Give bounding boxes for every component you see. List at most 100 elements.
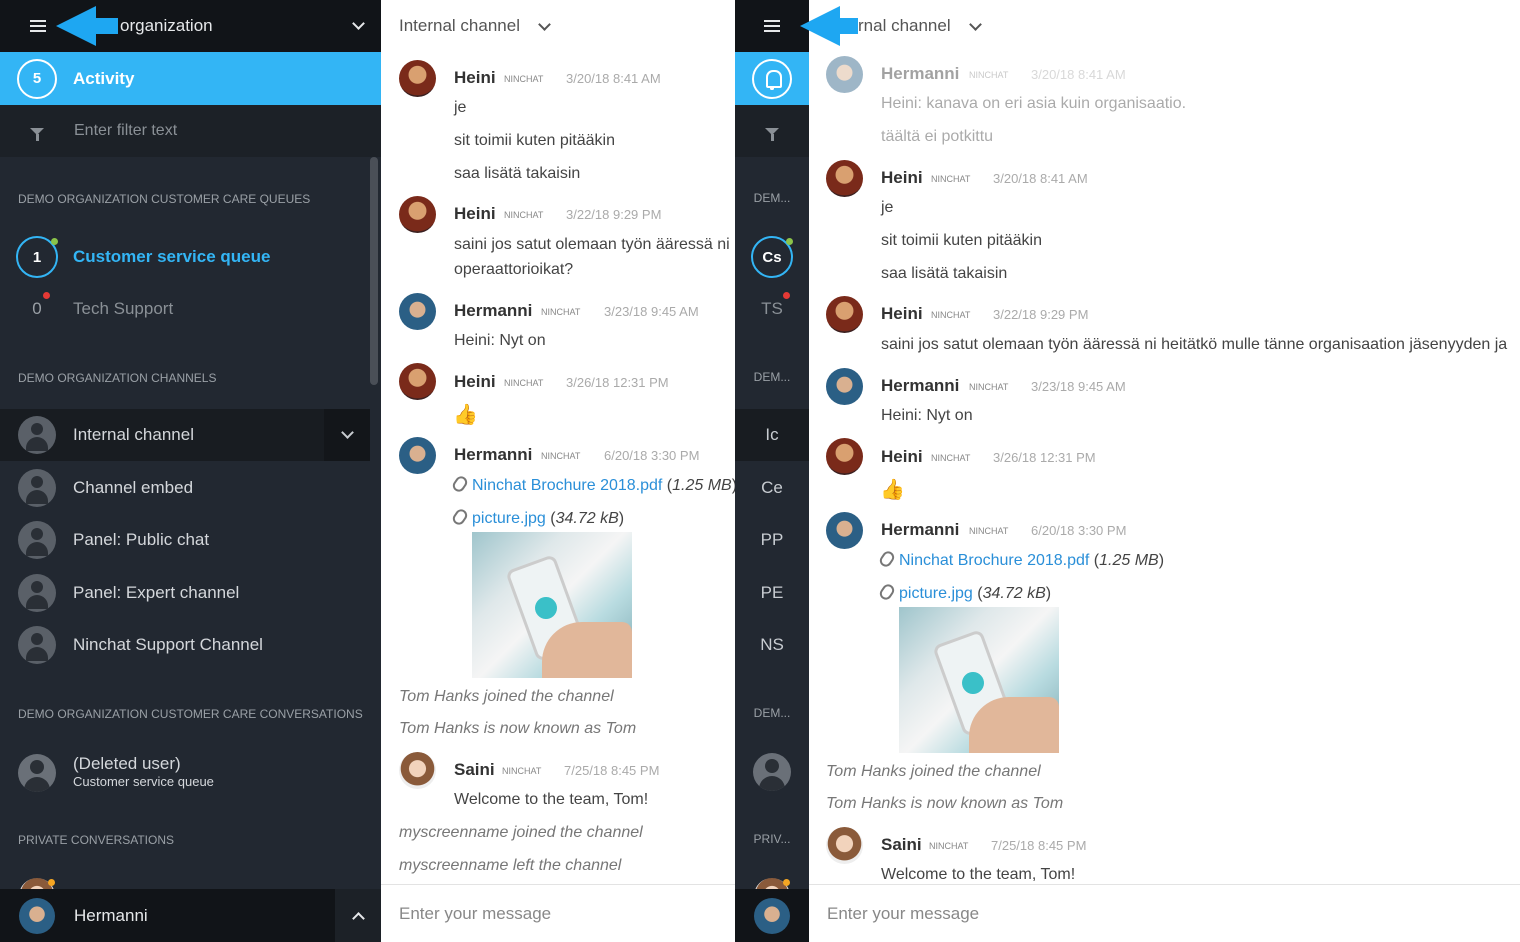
author-tag: NINCHAT (541, 451, 581, 461)
file-attachment[interactable]: picture.jpg (34.72 kB) (450, 507, 624, 528)
channel-item-embed[interactable]: Channel embed (0, 462, 370, 514)
chevron-down-icon[interactable] (538, 17, 551, 31)
file-link[interactable]: picture.jpg (899, 585, 973, 602)
message-author: Saini (454, 760, 495, 779)
channel-icon (18, 626, 56, 664)
message-input[interactable]: Enter your message (381, 884, 735, 942)
chevron-down-icon[interactable] (352, 17, 365, 30)
queue-abbr-text: Cs (762, 248, 782, 266)
channel-icon (18, 521, 56, 559)
file-attachment[interactable]: Ninchat Brochure 2018.pdf (1.25 MB) (450, 474, 735, 495)
channel-item-embed[interactable]: Ce (735, 462, 809, 514)
queue-label: Tech Support (73, 299, 174, 318)
message-time: 3/26/18 12:31 PM (993, 450, 1096, 465)
queue-item-customer-service[interactable]: Cs (735, 231, 809, 283)
file-link[interactable]: picture.jpg (472, 510, 546, 527)
file-size: 1.25 MB (1099, 552, 1159, 569)
author-tag: NINCHAT (969, 526, 1009, 536)
message-author: Heini (881, 168, 923, 187)
filter-icon (30, 127, 44, 141)
chevron-down-icon[interactable] (968, 17, 982, 31)
message-text: operaattorioikat? (454, 261, 574, 278)
image-attachment[interactable] (899, 607, 1059, 753)
avatar (826, 512, 863, 549)
file-link[interactable]: Ninchat Brochure 2018.pdf (472, 477, 662, 494)
message-input[interactable]: Enter your message (809, 884, 1520, 942)
avatar (826, 368, 863, 405)
channel-item-support[interactable]: Ninchat Support Channel (0, 619, 370, 671)
chat-header[interactable]: Internal channel (381, 0, 735, 52)
message-author: Heini (881, 304, 923, 323)
hand-graphic (969, 697, 1059, 753)
system-message: myscreenname joined the channel (399, 824, 643, 841)
filter-input[interactable]: Enter filter text (0, 105, 381, 157)
message-author: Heini (454, 204, 496, 223)
file-link[interactable]: Ninchat Brochure 2018.pdf (899, 552, 1089, 569)
message-author: Hermanni (454, 445, 533, 464)
section-private: PRIV... (753, 832, 791, 846)
queue-item-tech-support[interactable]: 0 Tech Support (0, 283, 370, 335)
conversation-item[interactable]: (Deleted user) Customer service queue (0, 746, 370, 800)
status-dot (783, 879, 790, 886)
queue-abbr: Cs (751, 236, 793, 278)
channel-label: Ninchat Support Channel (73, 635, 263, 654)
sidebar: organization 5 Activity Enter filter tex… (0, 0, 381, 942)
queue-item-customer-service[interactable]: 1 Customer service queue (0, 231, 370, 283)
channel-item-public-chat[interactable]: Panel: Public chat (0, 514, 370, 566)
status-dot (51, 238, 58, 245)
section-channels: DEMO ORGANIZATION CHANNELS (18, 371, 217, 385)
channel-item-internal[interactable]: Internal channel (0, 409, 370, 461)
chevron-up-icon (351, 911, 365, 925)
user-bar[interactable]: Hermanni (0, 889, 381, 942)
queue-item-tech-support[interactable]: TS (735, 283, 809, 335)
image-attachment[interactable] (472, 532, 632, 678)
user-bar[interactable] (735, 889, 809, 942)
avatar (826, 827, 863, 864)
channel-menu-button[interactable] (324, 409, 370, 461)
channel-label: Internal channel (73, 425, 194, 444)
organization-name[interactable]: organization (120, 16, 354, 36)
message-list: Hermanni NINCHAT 3/20/18 8:41 AM Heini: … (809, 52, 1520, 884)
channel-item-expert[interactable]: PE (735, 567, 809, 619)
hand-graphic (542, 622, 632, 678)
message-text: saini jos satut olemaan työn ääressä ni … (881, 336, 1508, 353)
message-time: 3/20/18 8:41 AM (1031, 67, 1126, 82)
author-tag: NINCHAT (969, 382, 1009, 392)
sidebar-scrollbar[interactable] (370, 157, 378, 385)
channel-label: Channel embed (73, 478, 194, 497)
channel-item-public-chat[interactable]: PP (735, 514, 809, 566)
message-time: 3/22/18 9:29 PM (566, 207, 662, 222)
message-text: je (881, 199, 894, 216)
thumbs-up-emoji: 👍 (880, 479, 905, 501)
section-conversations: DEM... (753, 706, 791, 720)
message-text: sit toimii kuten pitääkin (881, 232, 1042, 249)
conversation-item[interactable] (735, 746, 809, 798)
file-size: 34.72 kB (982, 585, 1046, 602)
arrow-annotation-left (56, 6, 118, 46)
queue-count: 1 (16, 236, 58, 278)
channel-item-support[interactable]: NS (735, 619, 809, 671)
activity-item[interactable]: 5 Activity (0, 52, 381, 105)
activity-item[interactable] (735, 52, 809, 105)
message-author: Heini (881, 447, 923, 466)
channel-item-internal[interactable]: Ic (735, 409, 809, 461)
channel-item-expert[interactable]: Panel: Expert channel (0, 567, 370, 619)
avatar (399, 752, 436, 789)
user-menu-button[interactable] (335, 889, 381, 942)
avatar (399, 437, 436, 474)
menu-icon[interactable] (764, 20, 780, 32)
mini-header[interactable] (735, 0, 809, 52)
message-text: saini jos satut olemaan työn ääressä ni (454, 236, 730, 253)
file-attachment[interactable]: picture.jpg (34.72 kB) (877, 582, 1051, 603)
message-placeholder: Enter your message (399, 903, 552, 923)
file-attachment[interactable]: Ninchat Brochure 2018.pdf (1.25 MB) (877, 549, 1164, 570)
author-tag: NINCHAT (931, 174, 971, 184)
filter-button[interactable] (735, 105, 809, 157)
menu-icon[interactable] (30, 20, 46, 32)
message-author: Heini (454, 372, 496, 391)
system-message: Tom Hanks is now known as Tom (826, 795, 1064, 812)
section-queues: DEMO ORGANIZATION CUSTOMER CARE QUEUES (18, 192, 311, 206)
section-channels: DEM... (753, 370, 791, 384)
message-author: Heini (454, 68, 496, 87)
chat-header[interactable]: rnal channel (809, 0, 1520, 52)
